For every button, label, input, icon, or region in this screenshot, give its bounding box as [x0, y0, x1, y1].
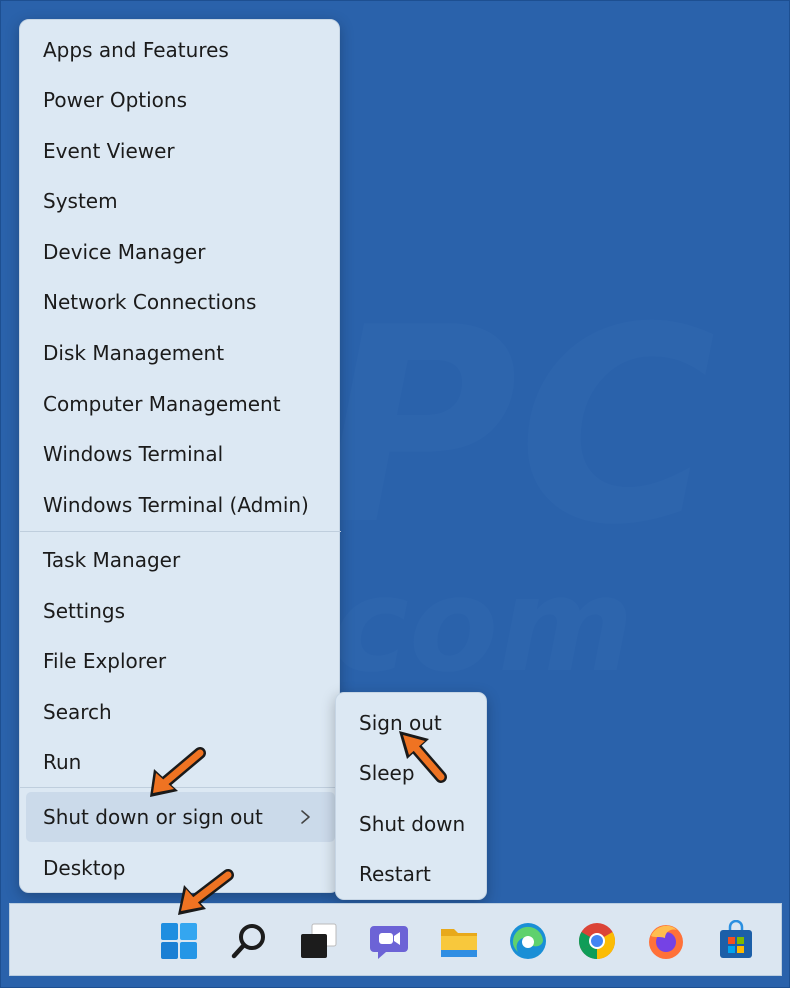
- microsoft-store-icon[interactable]: [715, 920, 757, 962]
- menu-item-power-options[interactable]: Power Options: [20, 75, 341, 125]
- winx-context-menu: Apps and Features Power Options Event Vi…: [19, 19, 341, 893]
- menu-item-windows-terminal-admin[interactable]: Windows Terminal (Admin): [20, 480, 341, 530]
- menu-item-windows-terminal[interactable]: Windows Terminal: [20, 429, 341, 479]
- menu-item-label: Device Manager: [43, 240, 206, 264]
- teams-chat-icon[interactable]: [368, 920, 410, 962]
- menu-item-label: Computer Management: [43, 392, 281, 416]
- menu-item-label: Search: [43, 700, 112, 724]
- submenu-item-sign-out[interactable]: Sign out: [336, 698, 488, 748]
- chrome-icon[interactable]: [576, 920, 618, 962]
- menu-item-network-connections[interactable]: Network Connections: [20, 277, 341, 327]
- menu-item-task-manager[interactable]: Task Manager: [20, 535, 341, 585]
- menu-item-shut-down-or-sign-out[interactable]: Shut down or sign out: [26, 792, 335, 842]
- menu-item-label: System: [43, 189, 118, 213]
- submenu-item-label: Sleep: [359, 761, 415, 785]
- menu-item-label: Run: [43, 750, 82, 774]
- menu-item-apps-and-features[interactable]: Apps and Features: [20, 25, 341, 75]
- chevron-right-icon: [301, 810, 310, 824]
- menu-item-search[interactable]: Search: [20, 687, 341, 737]
- menu-item-label: Settings: [43, 599, 126, 623]
- submenu-item-label: Shut down: [359, 812, 466, 836]
- menu-item-label: Task Manager: [43, 548, 181, 572]
- menu-item-label: Power Options: [43, 88, 187, 112]
- menu-separator: [20, 531, 341, 532]
- menu-item-system[interactable]: System: [20, 176, 341, 226]
- menu-item-label: Apps and Features: [43, 38, 229, 62]
- menu-item-label: Shut down or sign out: [43, 805, 263, 829]
- menu-item-desktop[interactable]: Desktop: [20, 843, 341, 893]
- menu-item-label: Disk Management: [43, 341, 225, 365]
- menu-item-device-manager[interactable]: Device Manager: [20, 227, 341, 277]
- menu-item-disk-management[interactable]: Disk Management: [20, 328, 341, 378]
- file-explorer-icon[interactable]: [438, 920, 480, 962]
- menu-item-settings[interactable]: Settings: [20, 586, 341, 636]
- submenu-item-shut-down[interactable]: Shut down: [336, 799, 488, 849]
- edge-icon[interactable]: [507, 920, 549, 962]
- submenu-item-label: Sign out: [359, 711, 442, 735]
- task-view-icon[interactable]: [298, 920, 340, 962]
- menu-item-run[interactable]: Run: [20, 737, 341, 787]
- menu-item-label: File Explorer: [43, 649, 167, 673]
- submenu-item-sleep[interactable]: Sleep: [336, 748, 488, 798]
- menu-item-event-viewer[interactable]: Event Viewer: [20, 126, 341, 176]
- menu-item-computer-management[interactable]: Computer Management: [20, 379, 341, 429]
- shutdown-submenu: Sign out Sleep Shut down Restart: [335, 692, 487, 900]
- menu-item-label: Network Connections: [43, 290, 257, 314]
- menu-item-label: Windows Terminal (Admin): [43, 493, 309, 517]
- windows-start-icon[interactable]: [158, 920, 200, 962]
- search-icon[interactable]: [228, 920, 270, 962]
- menu-item-label: Windows Terminal: [43, 442, 224, 466]
- submenu-item-label: Restart: [359, 862, 431, 886]
- menu-separator: [20, 787, 341, 788]
- menu-item-file-explorer[interactable]: File Explorer: [20, 636, 341, 686]
- menu-item-label: Event Viewer: [43, 139, 175, 163]
- menu-item-label: Desktop: [43, 856, 126, 880]
- taskbar: [9, 903, 782, 976]
- submenu-item-restart[interactable]: Restart: [336, 849, 488, 899]
- firefox-icon[interactable]: [645, 920, 687, 962]
